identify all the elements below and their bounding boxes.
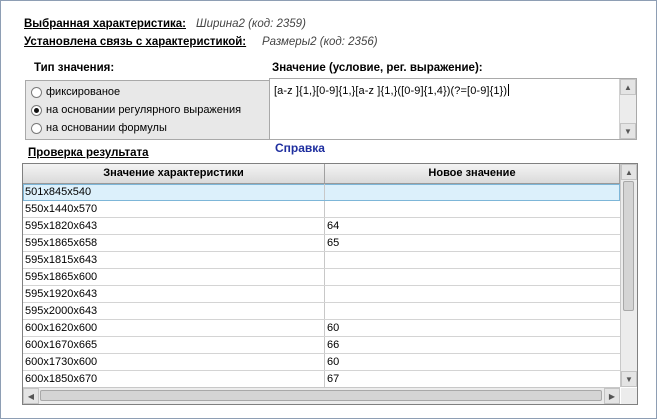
radio-option-formula[interactable]: на основании формулы bbox=[31, 120, 167, 136]
cell-new-value[interactable] bbox=[325, 303, 620, 319]
cell-new-value[interactable]: 65 bbox=[325, 235, 620, 251]
cell-new-value[interactable]: 64 bbox=[325, 218, 620, 234]
scroll-up-arrow-icon[interactable]: ▲ bbox=[621, 164, 637, 180]
cell-new-value[interactable]: 67 bbox=[325, 371, 620, 387]
radio-button[interactable] bbox=[31, 122, 42, 134]
table-row[interactable]: 595x1820x643 64 bbox=[23, 218, 620, 235]
cell-characteristic-value[interactable]: 595x1920x643 bbox=[23, 286, 325, 302]
grid-header: Значение характеристики Новое значение bbox=[23, 164, 620, 184]
table-row[interactable]: 501x845x540 bbox=[23, 184, 620, 201]
cell-characteristic-value[interactable]: 501x845x540 bbox=[23, 184, 325, 200]
table-row[interactable]: 550x1440x570 bbox=[23, 201, 620, 218]
selected-characteristic-value: Ширина2 (код: 2359) bbox=[196, 18, 306, 30]
cell-new-value[interactable]: 60 bbox=[325, 320, 620, 336]
radio-button[interactable] bbox=[31, 104, 42, 116]
scroll-left-arrow-icon[interactable]: ◀ bbox=[23, 388, 39, 404]
linked-characteristic-label: Установлена связь с характеристикой: bbox=[24, 36, 247, 48]
regex-value: [a-z ]{1,}[0-9]{1,}[a-z ]{1,}([0-9]{1,4}… bbox=[274, 85, 508, 97]
value-type-title: Тип значения: bbox=[34, 62, 115, 74]
radio-option-regex[interactable]: на основании регулярного выражения bbox=[31, 102, 241, 118]
cell-characteristic-value[interactable]: 595x1865x600 bbox=[23, 269, 325, 285]
vertical-scroll-thumb[interactable] bbox=[623, 181, 634, 311]
grid-horizontal-scrollbar[interactable]: ◀ ▶ bbox=[23, 387, 620, 404]
column-header-value[interactable]: Значение характеристики bbox=[23, 164, 325, 183]
cell-new-value[interactable]: 66 bbox=[325, 337, 620, 353]
table-row[interactable]: 595x1815x643 bbox=[23, 252, 620, 269]
table-row[interactable]: 600x1730x600 60 bbox=[23, 354, 620, 371]
cell-characteristic-value[interactable]: 600x1850x670 bbox=[23, 371, 325, 387]
cell-characteristic-value[interactable]: 595x1815x643 bbox=[23, 252, 325, 268]
table-row[interactable]: 595x1865x658 65 bbox=[23, 235, 620, 252]
regex-scrollbar[interactable]: ▲ ▼ bbox=[619, 79, 636, 139]
regex-input[interactable]: [a-z ]{1,}[0-9]{1,}[a-z ]{1,}([0-9]{1,4}… bbox=[269, 78, 637, 140]
cell-characteristic-value[interactable]: 600x1620x600 bbox=[23, 320, 325, 336]
result-grid: Значение характеристики Новое значение 5… bbox=[22, 163, 638, 405]
horizontal-scroll-thumb[interactable] bbox=[40, 390, 602, 401]
value-condition-title: Значение (условие, рег. выражение): bbox=[272, 62, 483, 74]
table-row[interactable]: 600x1670x665 66 bbox=[23, 337, 620, 354]
scroll-corner bbox=[621, 388, 637, 404]
grid-vertical-scrollbar[interactable]: ▲ ▼ bbox=[620, 164, 637, 387]
cell-new-value[interactable] bbox=[325, 286, 620, 302]
linked-characteristic-value: Размеры2 (код: 2356) bbox=[262, 36, 378, 48]
radio-option-fixed[interactable]: фиксированое bbox=[31, 84, 120, 100]
cell-new-value[interactable] bbox=[325, 269, 620, 285]
scroll-down-arrow-icon[interactable]: ▼ bbox=[620, 123, 636, 139]
table-row[interactable]: 595x2000x643 bbox=[23, 303, 620, 320]
cell-new-value[interactable] bbox=[325, 252, 620, 268]
cell-new-value[interactable]: 60 bbox=[325, 354, 620, 370]
text-caret bbox=[508, 84, 510, 96]
column-header-new-value[interactable]: Новое значение bbox=[325, 164, 620, 183]
radio-option-label: на основании формулы bbox=[46, 122, 167, 134]
cell-characteristic-value[interactable]: 595x1820x643 bbox=[23, 218, 325, 234]
regex-input-text: [a-z ]{1,}[0-9]{1,}[a-z ]{1,}([0-9]{1,4}… bbox=[274, 84, 510, 97]
table-row[interactable]: 595x1865x600 bbox=[23, 269, 620, 286]
cell-characteristic-value[interactable]: 600x1670x665 bbox=[23, 337, 325, 353]
radio-button[interactable] bbox=[31, 86, 42, 98]
selected-characteristic-label: Выбранная характеристика: bbox=[24, 18, 187, 30]
cell-characteristic-value[interactable]: 595x1865x658 bbox=[23, 235, 325, 251]
cell-characteristic-value[interactable]: 600x1730x600 bbox=[23, 354, 325, 370]
scroll-up-arrow-icon[interactable]: ▲ bbox=[620, 79, 636, 95]
cell-characteristic-value[interactable]: 595x2000x643 bbox=[23, 303, 325, 319]
scroll-down-arrow-icon[interactable]: ▼ bbox=[621, 371, 637, 387]
radio-option-label: фиксированое bbox=[46, 86, 121, 98]
cell-characteristic-value[interactable]: 550x1440x570 bbox=[23, 201, 325, 217]
help-link[interactable]: Справка bbox=[275, 141, 325, 155]
check-result-title: Проверка результата bbox=[28, 147, 149, 159]
cell-new-value[interactable] bbox=[325, 201, 620, 217]
grid-rows: 501x845x540 550x1440x570 595x1820x643 64 595… bbox=[23, 184, 620, 404]
table-row[interactable]: 600x1850x670 67 bbox=[23, 371, 620, 388]
table-row[interactable]: 600x1620x600 60 bbox=[23, 320, 620, 337]
table-row[interactable]: 595x1920x643 bbox=[23, 286, 620, 303]
cell-new-value[interactable] bbox=[325, 184, 620, 200]
radio-option-label: на основании регулярного выражения bbox=[46, 104, 242, 116]
value-type-panel: фиксированое на основании регулярного вы… bbox=[25, 80, 270, 140]
scroll-right-arrow-icon[interactable]: ▶ bbox=[604, 388, 620, 404]
